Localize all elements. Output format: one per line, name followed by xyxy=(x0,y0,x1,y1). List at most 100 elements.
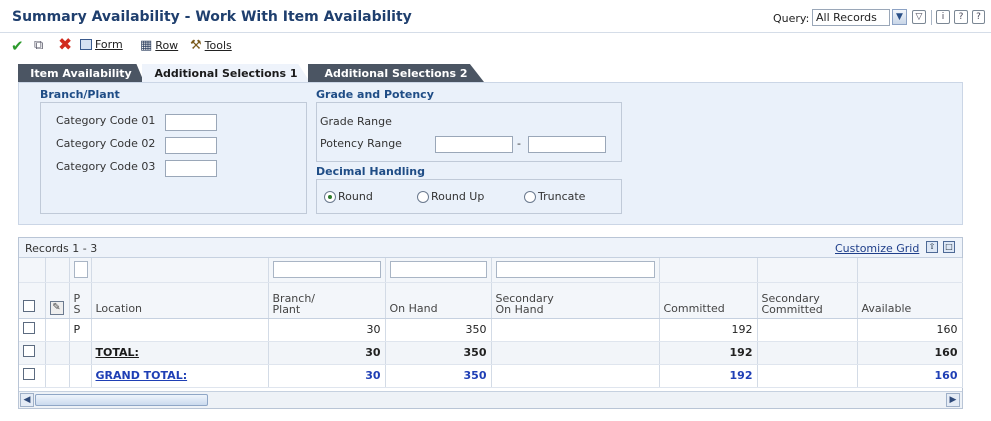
filter-icon[interactable]: ▽ xyxy=(912,10,926,24)
filter-cell xyxy=(659,258,758,283)
tab-additional-selections-2[interactable]: Additional Selections 2 xyxy=(308,64,484,82)
ps-header[interactable]: P S xyxy=(69,282,92,319)
cancel-button[interactable]: ✖ xyxy=(58,35,72,55)
cell xyxy=(45,318,70,342)
maximize-icon[interactable]: □ xyxy=(943,241,955,253)
row-menu[interactable]: ▦ Row xyxy=(140,38,178,53)
title-bar: Summary Availability - Work With Item Av… xyxy=(0,0,991,33)
category-code-02-label: Category Code 02 xyxy=(56,137,156,150)
help-icon[interactable]: ? xyxy=(954,10,968,24)
availability-grid: Records 1 - 3 Customize Grid ⇧ □ ✎ P S L… xyxy=(18,237,963,409)
branch-filter-input[interactable] xyxy=(272,261,381,279)
radio-truncate[interactable]: Truncate xyxy=(524,190,585,203)
on-hand-header[interactable]: On Hand xyxy=(385,282,492,319)
sec-committed-header[interactable]: Secondary Committed xyxy=(757,282,858,319)
customize-grid-link[interactable]: Customize Grid xyxy=(835,242,919,255)
select-all-checkbox[interactable] xyxy=(23,299,35,312)
sec-on-hand-line2: On Hand xyxy=(495,302,544,316)
ok-button[interactable]: ✔ xyxy=(11,37,24,55)
row-checkbox[interactable] xyxy=(23,322,35,334)
cell-committed: 192 xyxy=(659,364,758,388)
copy-icon: ⧉ xyxy=(34,38,44,53)
category-code-03-input[interactable] xyxy=(165,160,217,177)
branch-plant-title: Branch/Plant xyxy=(40,88,120,101)
potency-range-to-input[interactable] xyxy=(528,136,606,153)
row-checkbox[interactable] xyxy=(23,345,35,357)
attach-header-cell: ✎ xyxy=(45,282,70,319)
branch-plant-header[interactable]: Branch/ Plant xyxy=(268,282,386,319)
records-count: Records 1 - 3 xyxy=(25,242,98,255)
location-header[interactable]: Location xyxy=(91,282,269,319)
filter-cell xyxy=(757,258,858,283)
cell-available: 160 xyxy=(857,364,963,388)
category-code-02-input[interactable] xyxy=(165,137,217,154)
scroll-right-icon[interactable]: ▶ xyxy=(946,393,960,407)
grade-potency-title: Grade and Potency xyxy=(316,88,434,101)
table-row[interactable]: P 30 350 192 160 xyxy=(19,318,963,342)
cell-branch: 30 xyxy=(268,364,386,388)
decimal-handling-title: Decimal Handling xyxy=(316,165,425,178)
cell-sec-on-hand xyxy=(491,318,660,342)
query-dropdown-icon[interactable]: ▼ xyxy=(892,9,907,25)
row-select-cell xyxy=(19,341,46,365)
cell-committed: 192 xyxy=(659,318,758,342)
cell-location[interactable]: TOTAL: xyxy=(91,341,269,365)
attachment-icon[interactable]: ✎ xyxy=(49,300,64,315)
decimal-handling-group: Round Round Up Truncate xyxy=(316,179,622,214)
scroll-left-icon[interactable]: ◀ xyxy=(20,393,34,407)
toolbar: ✔ ⧉ ✖ Form ▦ Row ⚒ Tools xyxy=(0,34,991,56)
tab-additional-selections-1[interactable]: Additional Selections 1 xyxy=(142,64,310,82)
category-code-01-input[interactable] xyxy=(165,114,217,131)
cell-sec-committed xyxy=(757,341,858,365)
row-select-cell xyxy=(19,364,46,388)
row-select-cell xyxy=(19,318,46,342)
radio-round-up[interactable]: Round Up xyxy=(417,190,484,203)
copy-button[interactable]: ⧉ xyxy=(34,38,43,53)
cell-on-hand: 350 xyxy=(385,364,492,388)
grid-header-bar: Records 1 - 3 Customize Grid ⇧ □ xyxy=(19,238,962,258)
filter-cell xyxy=(69,258,92,283)
sec-committed-line1: Secondary xyxy=(761,291,820,305)
cancel-x-icon: ✖ xyxy=(58,35,73,55)
select-all-cell xyxy=(19,282,46,319)
potency-range-from-input[interactable] xyxy=(435,136,513,153)
horizontal-scrollbar[interactable]: ◀ ▶ xyxy=(19,391,962,408)
tools-menu[interactable]: ⚒ Tools xyxy=(190,38,232,53)
cell-sec-committed xyxy=(757,364,858,388)
radio-unselected-icon xyxy=(524,190,536,203)
filter-cell xyxy=(491,258,660,283)
sec-on-hand-header[interactable]: Secondary On Hand xyxy=(491,282,660,319)
export-icon[interactable]: ⇧ xyxy=(926,241,938,253)
info-icon[interactable]: i xyxy=(936,10,950,24)
table-row[interactable]: GRAND TOTAL: 30 350 192 160 xyxy=(19,364,963,388)
radio-round[interactable]: Round xyxy=(324,190,373,203)
cell-location[interactable]: GRAND TOTAL: xyxy=(91,364,269,388)
separator xyxy=(931,10,932,25)
filter-cell xyxy=(91,258,269,283)
cell-sec-on-hand xyxy=(491,364,660,388)
tab-item-availability[interactable]: Item Availability xyxy=(18,64,144,82)
scroll-thumb[interactable] xyxy=(35,394,208,406)
query-label: Query: xyxy=(773,12,810,25)
sec-on-hand-filter-input[interactable] xyxy=(495,261,655,279)
page-title: Summary Availability - Work With Item Av… xyxy=(12,9,412,25)
radio-round-up-label: Round Up xyxy=(431,190,485,203)
form-menu[interactable]: Form xyxy=(80,38,123,51)
cell-branch: 30 xyxy=(268,341,386,365)
filter-cell xyxy=(268,258,386,283)
row-checkbox[interactable] xyxy=(23,368,35,380)
branch-plant-group: Category Code 01 Category Code 02 Catego… xyxy=(40,102,307,214)
row-grid-icon: ▦ xyxy=(140,38,153,53)
available-header[interactable]: Available xyxy=(857,282,963,319)
cell-ps xyxy=(69,364,92,388)
table-row[interactable]: TOTAL: 30 350 192 160 xyxy=(19,341,963,365)
range-dash: - xyxy=(517,137,521,150)
form-menu-label: Form xyxy=(95,38,123,51)
committed-header[interactable]: Committed xyxy=(659,282,758,319)
category-code-01-label: Category Code 01 xyxy=(56,114,156,127)
on-hand-filter-input[interactable] xyxy=(389,261,487,279)
personalize-icon[interactable]: ? xyxy=(972,10,985,24)
query-select[interactable]: All Records xyxy=(812,9,890,26)
tools-icon: ⚒ xyxy=(190,38,202,53)
ps-filter-input[interactable] xyxy=(73,261,88,279)
